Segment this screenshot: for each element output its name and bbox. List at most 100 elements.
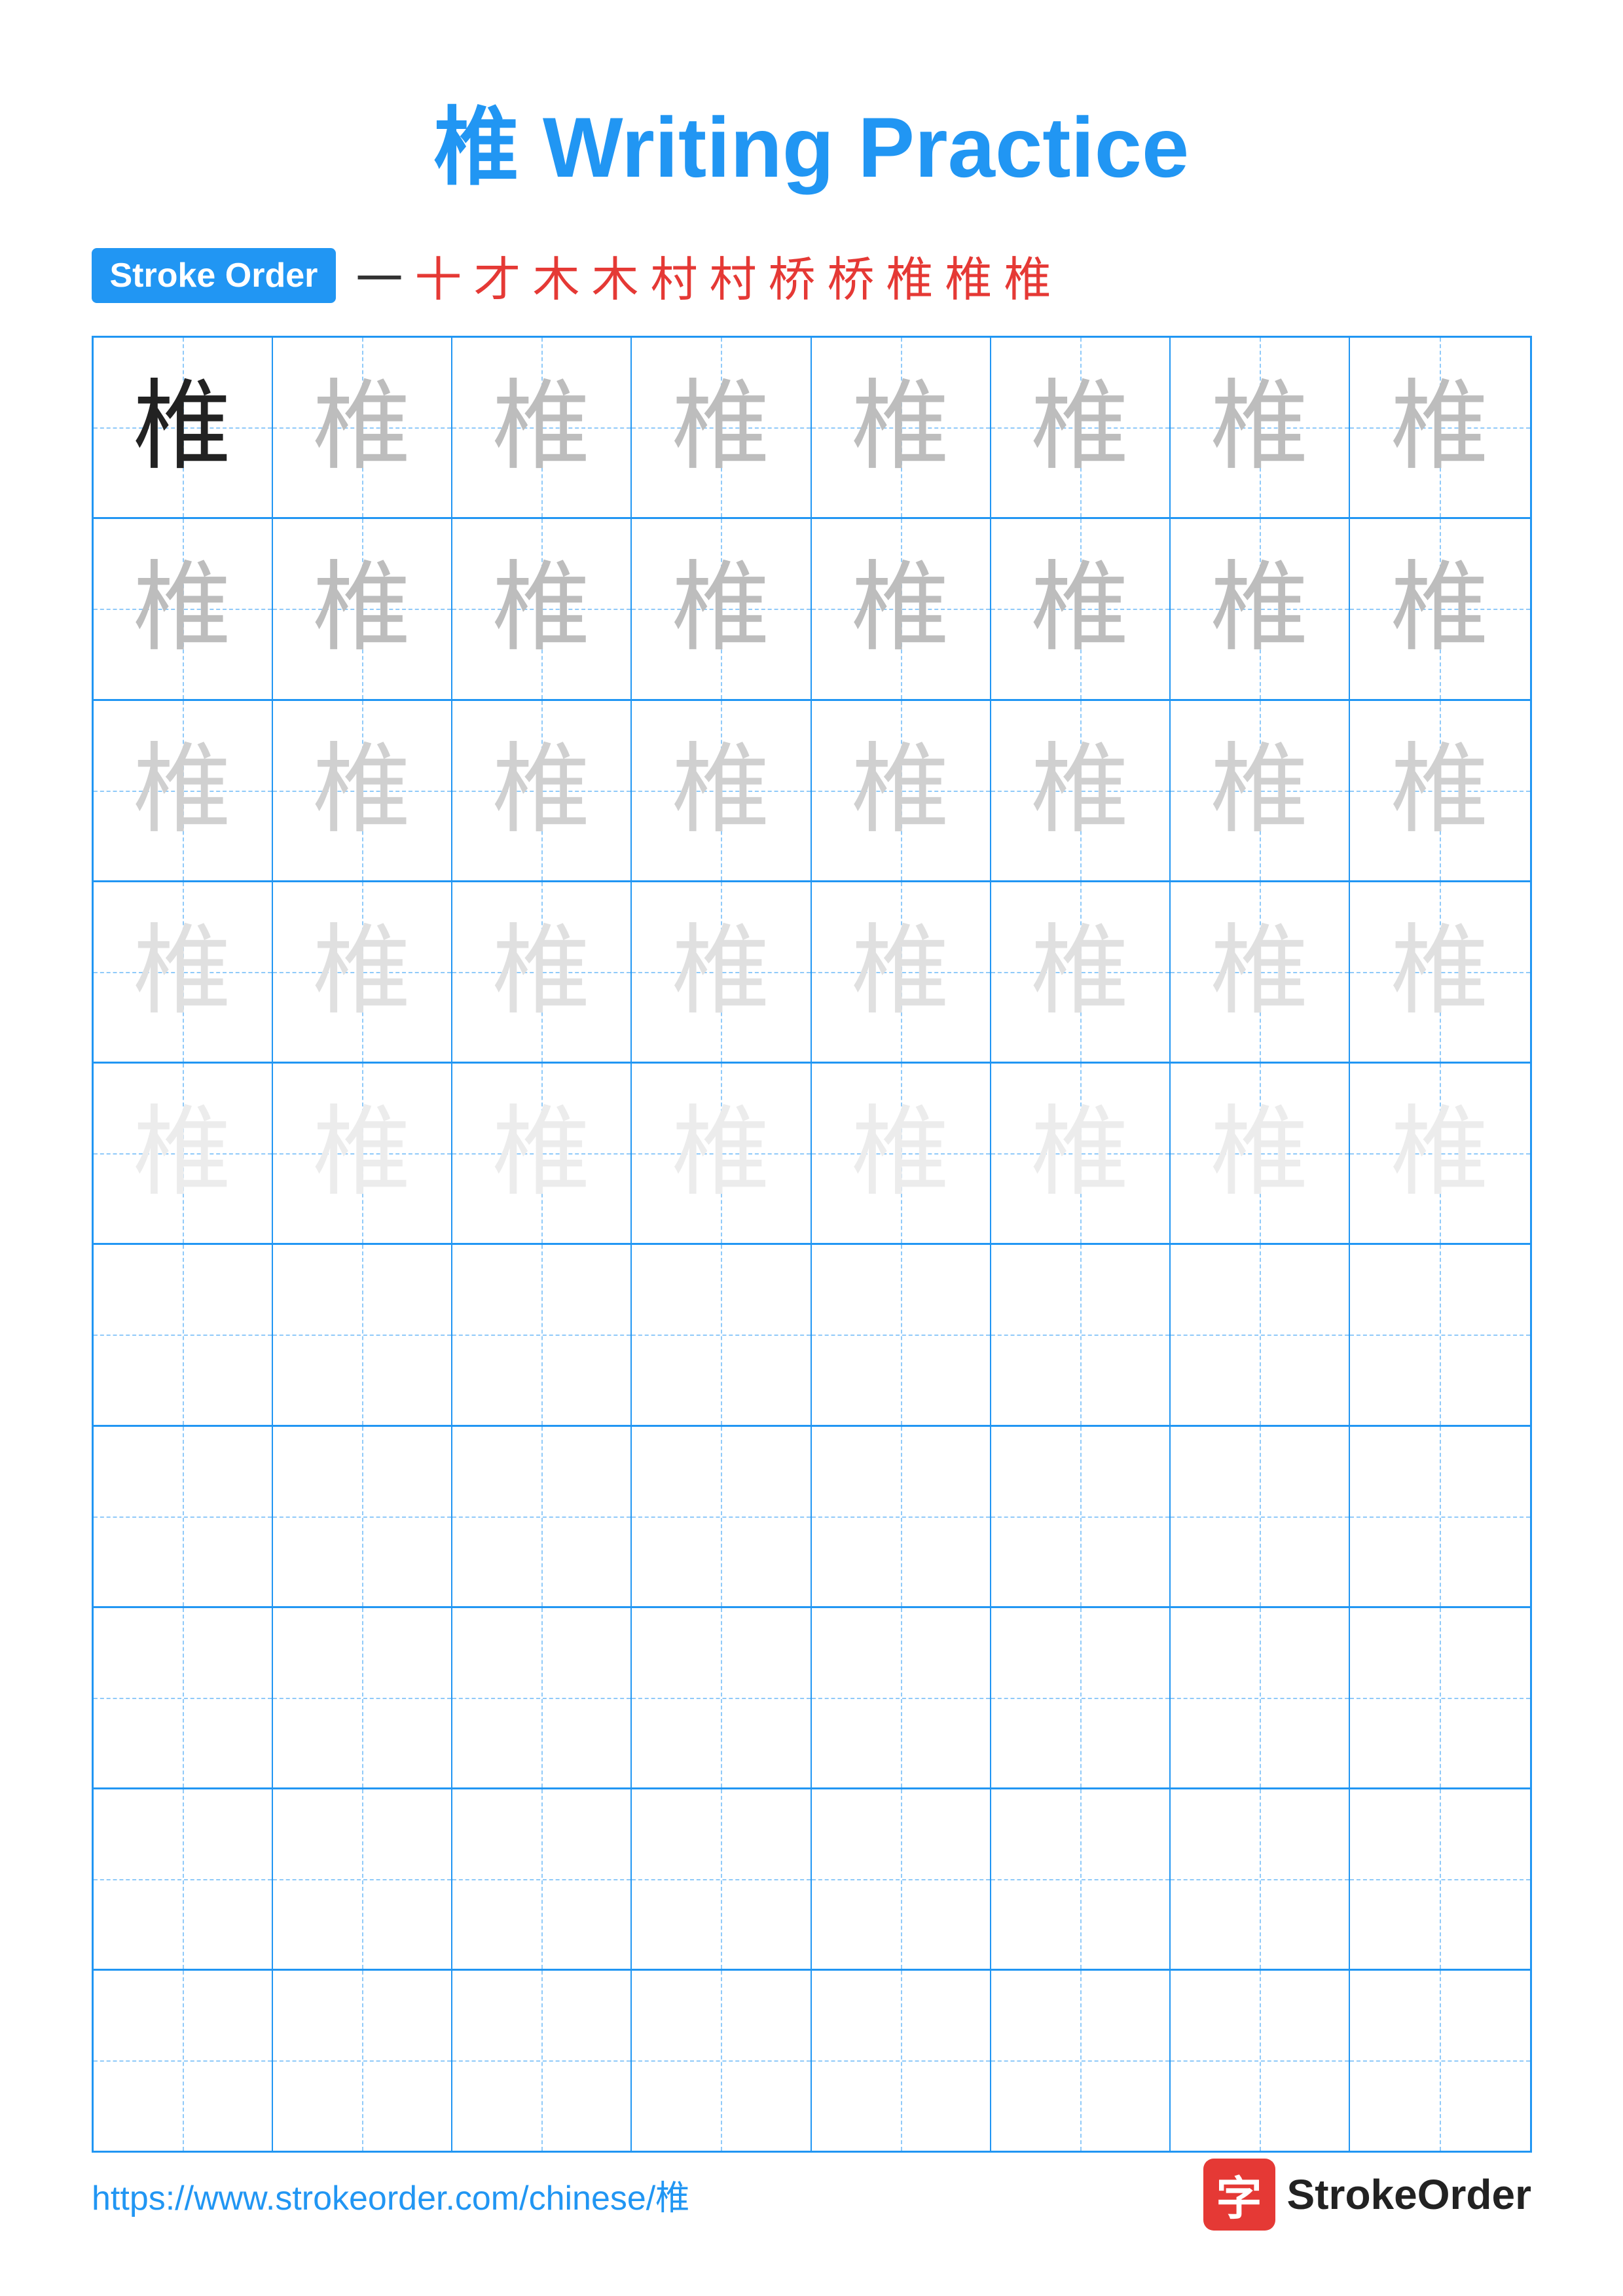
grid-cell[interactable] <box>273 1789 452 1969</box>
grid-cell[interactable]: 椎 <box>991 701 1171 880</box>
grid-cell[interactable]: 椎 <box>632 338 811 517</box>
grid-cell[interactable]: 椎 <box>1171 882 1350 1062</box>
practice-char: 椎 <box>1211 742 1309 840</box>
grid-cell[interactable]: 椎 <box>452 701 632 880</box>
grid-cell[interactable] <box>94 1427 273 1606</box>
grid-cell[interactable]: 椎 <box>94 338 273 517</box>
practice-char: 椎 <box>1211 560 1309 658</box>
grid-cell[interactable] <box>632 1608 811 1787</box>
grid-cell[interactable]: 椎 <box>273 338 452 517</box>
grid-cell[interactable] <box>991 1608 1171 1787</box>
grid-cell[interactable] <box>1350 1427 1529 1606</box>
grid-cell[interactable]: 椎 <box>991 1064 1171 1243</box>
practice-char: 椎 <box>492 923 591 1021</box>
practice-char: 椎 <box>492 560 591 658</box>
footer-url[interactable]: https://www.strokeorder.com/chinese/椎 <box>92 2170 689 2219</box>
grid-row-3: 椎 椎 椎 椎 椎 椎 椎 椎 <box>94 701 1530 882</box>
grid-cell[interactable] <box>812 1971 991 2150</box>
grid-cell[interactable]: 椎 <box>991 338 1171 517</box>
grid-cell[interactable] <box>94 1789 273 1969</box>
grid-cell[interactable]: 椎 <box>632 1064 811 1243</box>
grid-cell[interactable]: 椎 <box>1171 519 1350 698</box>
grid-cell[interactable] <box>273 1427 452 1606</box>
grid-cell[interactable] <box>991 1427 1171 1606</box>
grid-cell[interactable] <box>632 1789 811 1969</box>
grid-row-10 <box>94 1971 1530 2150</box>
grid-cell[interactable]: 椎 <box>812 701 991 880</box>
grid-cell[interactable] <box>273 1245 452 1424</box>
grid-cell[interactable] <box>812 1789 991 1969</box>
grid-cell[interactable]: 椎 <box>452 1064 632 1243</box>
grid-cell[interactable]: 椎 <box>452 882 632 1062</box>
grid-cell[interactable] <box>452 1427 632 1606</box>
grid-cell[interactable]: 椎 <box>94 701 273 880</box>
grid-cell[interactable]: 椎 <box>632 882 811 1062</box>
grid-cell[interactable] <box>812 1245 991 1424</box>
grid-cell[interactable]: 椎 <box>94 882 273 1062</box>
grid-cell[interactable] <box>991 1789 1171 1969</box>
grid-cell[interactable]: 椎 <box>812 1064 991 1243</box>
grid-cell[interactable]: 椎 <box>273 701 452 880</box>
grid-cell[interactable] <box>452 1245 632 1424</box>
grid-cell[interactable] <box>1350 1971 1529 2150</box>
practice-char: 椎 <box>1031 1104 1129 1202</box>
grid-cell[interactable] <box>812 1608 991 1787</box>
grid-cell[interactable]: 椎 <box>1171 338 1350 517</box>
grid-cell[interactable]: 椎 <box>1171 1064 1350 1243</box>
grid-cell[interactable]: 椎 <box>812 882 991 1062</box>
grid-cell[interactable] <box>1350 1608 1529 1787</box>
grid-cell[interactable] <box>991 1245 1171 1424</box>
grid-row-9 <box>94 1789 1530 1971</box>
grid-cell[interactable]: 椎 <box>1350 519 1529 698</box>
grid-cell[interactable]: 椎 <box>1350 1064 1529 1243</box>
grid-cell[interactable]: 椎 <box>94 519 273 698</box>
grid-cell[interactable] <box>1171 1608 1350 1787</box>
practice-char: 椎 <box>134 560 232 658</box>
grid-cell[interactable] <box>991 1971 1171 2150</box>
grid-cell[interactable] <box>452 1789 632 1969</box>
practice-char: 椎 <box>1031 923 1129 1021</box>
grid-cell[interactable]: 椎 <box>1350 701 1529 880</box>
grid-cell[interactable] <box>94 1971 273 2150</box>
practice-char: 椎 <box>672 923 770 1021</box>
grid-cell[interactable]: 椎 <box>273 1064 452 1243</box>
grid-row-6 <box>94 1245 1530 1426</box>
grid-cell[interactable] <box>1171 1971 1350 2150</box>
grid-cell[interactable] <box>273 1971 452 2150</box>
grid-cell[interactable] <box>452 1608 632 1787</box>
grid-cell[interactable] <box>632 1427 811 1606</box>
grid-cell[interactable] <box>1350 1245 1529 1424</box>
stroke-order-chars: 一 十 才 木 木 村 村 桥 桥 椎 椎 椎 <box>356 241 1051 310</box>
practice-char: 椎 <box>1211 923 1309 1021</box>
grid-cell[interactable]: 椎 <box>632 701 811 880</box>
grid-cell[interactable]: 椎 <box>1171 701 1350 880</box>
grid-cell[interactable] <box>94 1608 273 1787</box>
grid-cell[interactable] <box>812 1427 991 1606</box>
grid-cell[interactable]: 椎 <box>273 519 452 698</box>
grid-cell[interactable] <box>1171 1245 1350 1424</box>
grid-cell[interactable] <box>1171 1427 1350 1606</box>
grid-cell[interactable] <box>94 1245 273 1424</box>
grid-row-8 <box>94 1608 1530 1789</box>
grid-cell[interactable] <box>1171 1789 1350 1969</box>
grid-cell[interactable]: 椎 <box>452 519 632 698</box>
grid-cell[interactable] <box>632 1245 811 1424</box>
grid-cell[interactable]: 椎 <box>991 519 1171 698</box>
practice-char: 椎 <box>1391 1104 1489 1202</box>
grid-cell[interactable]: 椎 <box>1350 882 1529 1062</box>
grid-cell[interactable] <box>632 1971 811 2150</box>
grid-cell[interactable]: 椎 <box>812 338 991 517</box>
grid-cell[interactable]: 椎 <box>991 882 1171 1062</box>
grid-cell[interactable]: 椎 <box>632 519 811 698</box>
grid-cell[interactable]: 椎 <box>1350 338 1529 517</box>
grid-row-4: 椎 椎 椎 椎 椎 椎 椎 椎 <box>94 882 1530 1064</box>
grid-cell[interactable]: 椎 <box>94 1064 273 1243</box>
grid-cell[interactable]: 椎 <box>273 882 452 1062</box>
grid-cell[interactable] <box>452 1971 632 2150</box>
practice-char: 椎 <box>313 560 411 658</box>
title-section: 椎 Writing Practice <box>434 79 1189 202</box>
grid-cell[interactable] <box>273 1608 452 1787</box>
grid-cell[interactable]: 椎 <box>452 338 632 517</box>
grid-cell[interactable] <box>1350 1789 1529 1969</box>
grid-cell[interactable]: 椎 <box>812 519 991 698</box>
